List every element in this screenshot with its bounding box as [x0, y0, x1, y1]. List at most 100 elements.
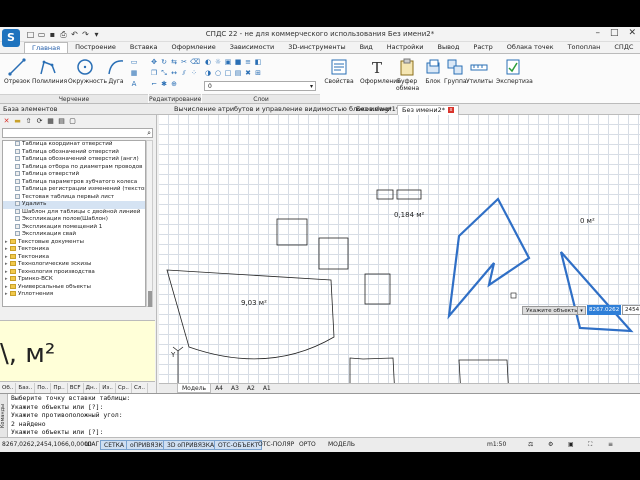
tree-item[interactable]: Шаблон для таблицы с двойной линией	[3, 208, 145, 217]
panel-tab-6[interactable]: Из..	[100, 383, 116, 393]
layer-walk-icon[interactable]: ▤	[234, 69, 242, 77]
tab-10[interactable]: Облака точек	[500, 42, 561, 53]
layer-merge-icon[interactable]: ⊞	[254, 69, 262, 77]
app-logo[interactable]: S	[2, 29, 20, 47]
scale-readout[interactable]: m1:50	[484, 440, 509, 450]
layer-lock-icon[interactable]: ▣	[224, 58, 232, 66]
tree-item[interactable]: Таблица регистрации изменений (текстов.	[3, 186, 145, 194]
tab-9[interactable]: Растр	[466, 42, 499, 53]
status-toggle-6[interactable]: ОРТО	[296, 440, 319, 450]
command-side-tab[interactable]: Команды	[0, 394, 8, 438]
tab-11[interactable]: Топоплан	[561, 42, 608, 53]
menu-icon[interactable]: ≡	[605, 440, 616, 450]
expand-icon[interactable]: ▸	[5, 284, 9, 292]
status-toggle-7[interactable]: МОДЕЛЬ	[325, 440, 358, 450]
offset-icon[interactable]: ⫽	[180, 69, 188, 77]
group-button[interactable]: Группа	[444, 57, 467, 85]
fillet-icon[interactable]: ⌐	[150, 80, 158, 88]
layer-match-icon[interactable]: ≡	[244, 58, 252, 66]
drawing-canvas[interactable]: Y 9,03 м² 0,184 м² 0 м²	[159, 115, 640, 383]
move-icon[interactable]: ✥	[150, 58, 158, 66]
layer-on-icon[interactable]: ◐	[204, 58, 212, 66]
quad-c[interactable]	[458, 359, 509, 383]
panel-tab-1[interactable]: Баз..	[16, 383, 36, 393]
tab-4[interactable]: Зависимости	[223, 42, 281, 53]
formatting-button[interactable]: T Оформление	[360, 57, 401, 85]
tree-folder[interactable]: ▸ Тектоника	[3, 253, 145, 262]
rect-c[interactable]	[364, 273, 391, 305]
scale-icon[interactable]: ⤡	[160, 69, 168, 77]
join-icon[interactable]: ⊕	[170, 80, 178, 88]
scrollbar-thumb[interactable]	[148, 291, 152, 307]
tab-8[interactable]: Вывод	[431, 42, 467, 53]
panel-tab-0[interactable]: Об..	[0, 383, 17, 393]
expand-icon[interactable]: ▸	[5, 261, 9, 269]
expand-icon[interactable]: ▸	[5, 291, 9, 299]
search-icon[interactable]: ⌕	[147, 129, 151, 137]
panel-tab-2[interactable]: По..	[35, 383, 52, 393]
layer-iso-icon[interactable]: ◧	[254, 58, 262, 66]
panel-tab-5[interactable]: Дн..	[84, 383, 101, 393]
doc-tab-3[interactable]: Без имени2* x	[397, 105, 459, 115]
layer-unlock-icon[interactable]: □	[224, 69, 232, 77]
floating-x-input[interactable]: 8267.0262	[587, 305, 621, 315]
minimize-icon[interactable]: –	[595, 28, 600, 38]
status-toggle-1[interactable]: СЕТКА	[100, 440, 129, 450]
tree-item[interactable]: Удалить	[3, 201, 145, 209]
panel-tab-7[interactable]: Ср..	[116, 383, 132, 393]
explode-icon[interactable]: ✱	[160, 80, 168, 88]
text-icon[interactable]: A	[130, 80, 138, 88]
rotate-icon[interactable]: ↻	[160, 58, 168, 66]
element-tree[interactable]: Таблица координат отверстий Таблица обозн…	[2, 140, 146, 307]
workspace-icon[interactable]: ⚙	[545, 440, 556, 450]
erase-icon[interactable]: ⌫	[190, 58, 200, 66]
line-button[interactable]: Отрезок	[4, 57, 30, 85]
fullscreen-icon[interactable]: ⛶	[585, 440, 595, 450]
array-icon[interactable]: ⁘	[190, 69, 198, 77]
refresh-icon[interactable]: ⟳	[35, 117, 44, 126]
utilities-button[interactable]: Утилиты	[466, 57, 493, 85]
tree-folder[interactable]: ▸ Универсальные объекты	[3, 283, 145, 292]
hatch-icon[interactable]: ▦	[130, 69, 138, 77]
layout-tab-2[interactable]: A3	[227, 384, 243, 393]
doc-tab-2[interactable]: Без имени1*	[352, 105, 403, 115]
close-icon[interactable]: ✕	[628, 28, 636, 38]
tree-folder[interactable]: ▸ Уплотнения	[3, 291, 145, 299]
layer-freeze-icon[interactable]: ☼	[214, 58, 222, 66]
rectangle-icon[interactable]: ▭	[130, 58, 138, 66]
layer-off-icon[interactable]: ○	[214, 69, 222, 77]
status-toggle-3[interactable]: 3D оПРИВЯЗКА	[163, 440, 219, 450]
layer-dropdown[interactable]: 0 ▾	[204, 81, 316, 91]
mirror-icon[interactable]: ⇆	[170, 58, 178, 66]
tree-folder[interactable]: ▸ Текстовые документы	[3, 238, 145, 247]
properties-button[interactable]: Свойства	[324, 57, 354, 85]
tree-folder[interactable]: ▸ Тринко-ВСК	[3, 276, 145, 284]
layout-tab-0[interactable]: Модель	[177, 384, 212, 393]
up-icon[interactable]: ⇧	[24, 117, 33, 126]
layout-tab-1[interactable]: A4	[211, 384, 227, 393]
tab-5[interactable]: 3D-инструменты	[281, 42, 352, 53]
small-rect-1[interactable]	[376, 189, 394, 200]
layer-color-icon[interactable]: ■	[234, 58, 242, 66]
expand-icon[interactable]: ▸	[5, 269, 9, 277]
quad-a[interactable]	[349, 357, 395, 383]
circle-button[interactable]: Окружность	[68, 57, 107, 85]
tab-0[interactable]: Главная	[24, 42, 69, 53]
small-rect-2[interactable]	[396, 189, 422, 200]
panel-tab-3[interactable]: Пр..	[51, 383, 68, 393]
command-window[interactable]: Команды Выберите точку вставки таблицы: У…	[0, 393, 640, 438]
selected-poly-1[interactable]	[447, 197, 531, 320]
tree-item[interactable]: Тестовая таблица первый лист	[3, 193, 145, 202]
block-button[interactable]: Блок	[423, 57, 443, 85]
tree-item[interactable]: Таблица координат отверстий	[3, 141, 145, 149]
tab-7[interactable]: Настройки	[380, 42, 431, 53]
selected-triangle[interactable]	[559, 251, 634, 333]
lock-icon[interactable]: ▣	[565, 440, 577, 450]
rect-b[interactable]	[318, 237, 349, 270]
layout-tab-4[interactable]: A1	[259, 384, 275, 393]
floating-y-input[interactable]: 2454	[622, 305, 640, 315]
delete-icon[interactable]: ✕	[2, 117, 11, 126]
arc-button[interactable]: Дуга	[104, 57, 128, 85]
expand-icon[interactable]: ▸	[5, 239, 9, 247]
copy-icon[interactable]: ❐	[150, 69, 158, 77]
